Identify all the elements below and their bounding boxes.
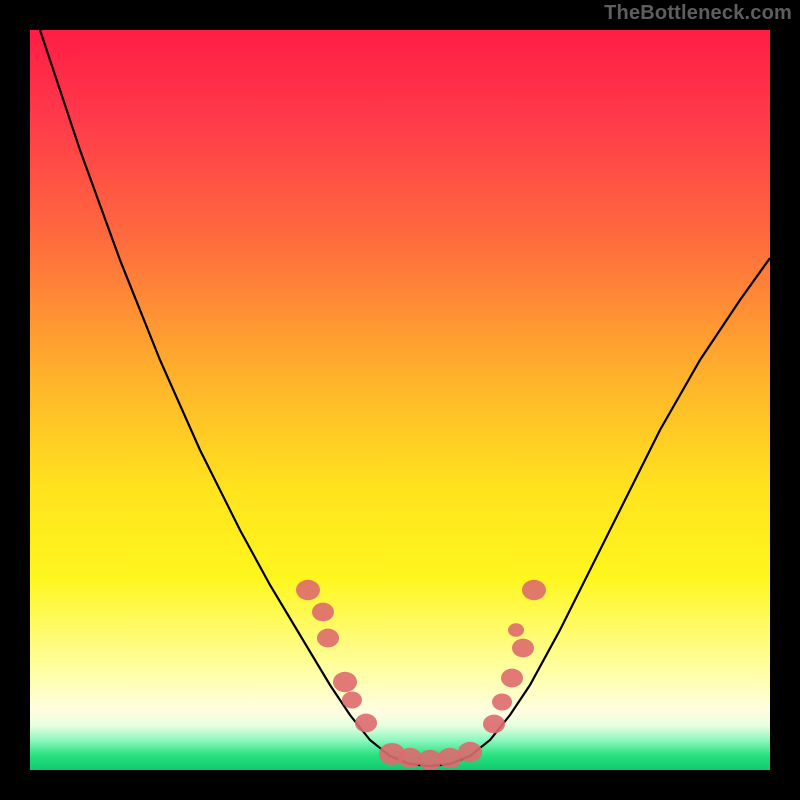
data-marker <box>458 742 482 762</box>
bottleneck-curve <box>40 30 770 766</box>
data-marker <box>312 603 334 622</box>
data-marker <box>501 669 523 688</box>
data-marker <box>508 623 524 637</box>
data-marker <box>522 580 546 600</box>
plot-area <box>30 30 770 770</box>
marker-group <box>296 580 546 770</box>
data-marker <box>512 639 534 658</box>
data-marker <box>492 694 512 711</box>
data-marker <box>317 629 339 648</box>
data-marker <box>355 714 377 733</box>
data-marker <box>342 692 362 709</box>
data-marker <box>296 580 320 600</box>
watermark-text: TheBottleneck.com <box>604 2 792 25</box>
data-marker <box>483 715 505 734</box>
chart-frame: TheBottleneck.com <box>0 0 800 800</box>
chart-overlay <box>30 30 770 770</box>
data-marker <box>333 672 357 692</box>
